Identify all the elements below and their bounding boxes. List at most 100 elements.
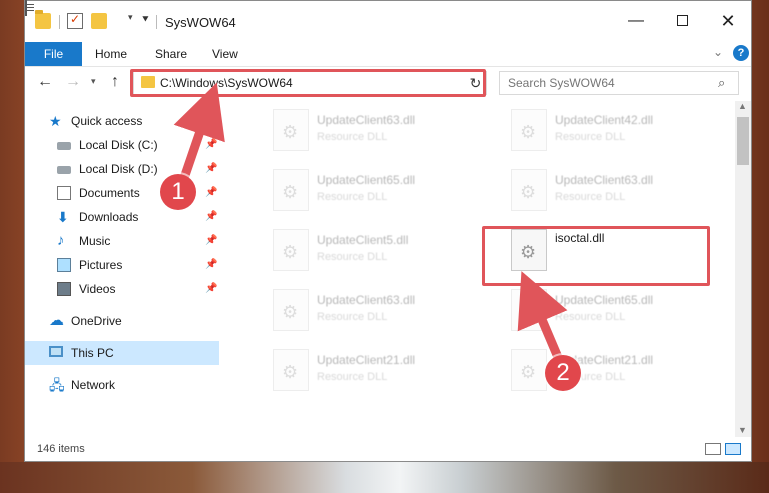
up-arrow-icon[interactable]: ↑ <box>111 73 119 91</box>
maximize-button[interactable] <box>659 9 705 33</box>
pin-icon[interactable]: 📌 <box>205 157 217 181</box>
new-folder-icon[interactable] <box>91 13 107 29</box>
nav-item-local-disk-c[interactable]: Local Disk (C:) 📌 <box>25 133 219 157</box>
star-icon: ★ <box>49 113 62 129</box>
dll-file-icon <box>511 349 547 391</box>
pin-icon[interactable]: 📌 <box>205 229 217 253</box>
nav-label: This PC <box>71 346 114 360</box>
file-description: Resource DLL <box>555 131 626 143</box>
tab-view[interactable]: View <box>212 42 238 66</box>
title-bar: ▾ ⯆ SysWOW64 — ✕ <box>25 0 751 41</box>
scroll-thumb[interactable] <box>737 117 749 165</box>
scroll-down-icon[interactable]: ▼ <box>738 425 747 435</box>
tab-home[interactable]: Home <box>95 42 127 66</box>
nav-label: OneDrive <box>71 314 122 328</box>
list-item[interactable]: UpdateClient42.dll Resource DLL <box>483 105 709 161</box>
search-box[interactable]: ⌕ <box>499 71 739 95</box>
minimize-button[interactable]: — <box>613 9 659 33</box>
file-highlight-box <box>482 226 710 286</box>
dll-file-icon <box>273 289 309 331</box>
nav-item-pictures[interactable]: Pictures 📌 <box>25 253 219 277</box>
step-1-badge: 1 <box>160 174 196 210</box>
toolbar-divider <box>59 15 60 29</box>
ribbon-tabs: File Home Share View ⌄ ? <box>25 41 751 67</box>
nav-label: Local Disk (D:) <box>79 162 158 176</box>
nav-label: Pictures <box>79 258 123 272</box>
step-2-badge: 2 <box>545 355 581 391</box>
properties-icon[interactable] <box>67 12 83 29</box>
nav-item-music[interactable]: ♪ Music 📌 <box>25 229 219 253</box>
file-name: UpdateClient63.dll <box>317 293 416 307</box>
file-description: Resource DLL <box>317 131 388 143</box>
search-icon[interactable]: ⌕ <box>718 75 725 91</box>
computer-icon <box>49 346 63 357</box>
dll-file-icon <box>273 169 309 211</box>
address-highlight-box <box>130 69 486 97</box>
dll-file-icon <box>273 229 309 271</box>
file-description: Resource DLL <box>555 191 626 203</box>
details-view-icon[interactable] <box>705 443 721 455</box>
item-count: 146 items <box>37 443 85 455</box>
nav-network[interactable]: 🖧 Network <box>25 373 219 397</box>
hard-drive-icon <box>57 166 71 174</box>
file-name: UpdateClient63.dll <box>317 113 416 127</box>
expand-ribbon-icon[interactable]: ⌄ <box>713 45 723 59</box>
nav-label: Downloads <box>79 210 139 224</box>
hard-drive-icon <box>57 142 71 150</box>
pin-icon[interactable]: 📌 <box>205 133 217 157</box>
help-icon[interactable]: ? <box>733 45 749 61</box>
customize-toolbar-icon[interactable]: ⯆ <box>141 14 150 27</box>
vertical-scrollbar[interactable]: ▲ ▼ <box>735 101 751 437</box>
nav-item-downloads[interactable]: ⬇ Downloads 📌 <box>25 205 219 229</box>
folder-icon <box>35 10 51 29</box>
nav-label: Network <box>71 378 116 392</box>
file-description: Resource DLL <box>317 311 388 323</box>
nav-quick-access[interactable]: ★ Quick access <box>25 109 219 133</box>
maximize-icon <box>676 15 688 27</box>
tab-share[interactable]: Share <box>155 42 187 66</box>
nav-label: Documents <box>79 186 140 200</box>
file-name: UpdateClient21.dll <box>317 353 416 367</box>
tab-file[interactable]: File <box>25 42 82 66</box>
nav-onedrive[interactable]: ☁ OneDrive <box>25 309 219 333</box>
file-description: Resource DLL <box>317 251 388 263</box>
pin-icon[interactable]: 📌 <box>205 205 217 229</box>
window-title: SysWOW64 <box>165 15 236 30</box>
network-icon: 🖧 <box>49 377 65 393</box>
documents-icon <box>57 186 71 200</box>
list-item[interactable]: UpdateClient65.dll Resource DLL <box>483 285 709 341</box>
list-item[interactable]: UpdateClient5.dll Resource DLL <box>245 225 471 281</box>
list-item[interactable]: UpdateClient21.dll Resource DLL <box>245 345 471 401</box>
pin-icon[interactable]: 📌 <box>205 181 217 205</box>
list-item[interactable]: UpdateClient63.dll Resource DLL <box>245 285 471 341</box>
list-item[interactable]: UpdateClient21.dll Resource DLL <box>483 345 709 401</box>
search-input[interactable] <box>508 73 708 93</box>
nav-label: Music <box>79 234 111 248</box>
nav-this-pc[interactable]: This PC <box>25 341 219 365</box>
list-item[interactable]: UpdateClient63.dll Resource DLL <box>245 105 471 161</box>
chevron-down-icon[interactable]: ▾ <box>128 12 133 23</box>
nav-item-local-disk-d[interactable]: Local Disk (D:) 📌 <box>25 157 219 181</box>
downloads-icon: ⬇ <box>57 209 69 225</box>
dll-file-icon <box>511 109 547 151</box>
desktop-background <box>0 462 769 493</box>
videos-icon <box>57 282 71 296</box>
nav-item-videos[interactable]: Videos 📌 <box>25 277 219 301</box>
file-name: UpdateClient63.dll <box>555 173 654 187</box>
pin-icon[interactable]: 📌 <box>205 253 217 277</box>
list-item[interactable]: UpdateClient63.dll Resource DLL <box>483 165 709 221</box>
view-icon[interactable] <box>25 0 27 16</box>
pictures-icon <box>57 258 71 272</box>
music-icon: ♪ <box>57 232 65 249</box>
back-arrow-icon[interactable]: ← <box>37 73 53 91</box>
forward-arrow-icon[interactable]: → <box>65 73 81 91</box>
toolbar-divider <box>156 15 157 29</box>
recent-locations-icon[interactable]: ▾ <box>91 76 96 87</box>
cloud-icon: ☁ <box>49 312 64 329</box>
large-icons-view-icon[interactable] <box>725 443 741 455</box>
scroll-up-icon[interactable]: ▲ <box>738 101 747 111</box>
pin-icon[interactable]: 📌 <box>205 277 217 301</box>
close-button[interactable]: ✕ <box>705 9 751 33</box>
list-item[interactable]: UpdateClient65.dll Resource DLL <box>245 165 471 221</box>
file-description: Resource DLL <box>555 311 626 323</box>
